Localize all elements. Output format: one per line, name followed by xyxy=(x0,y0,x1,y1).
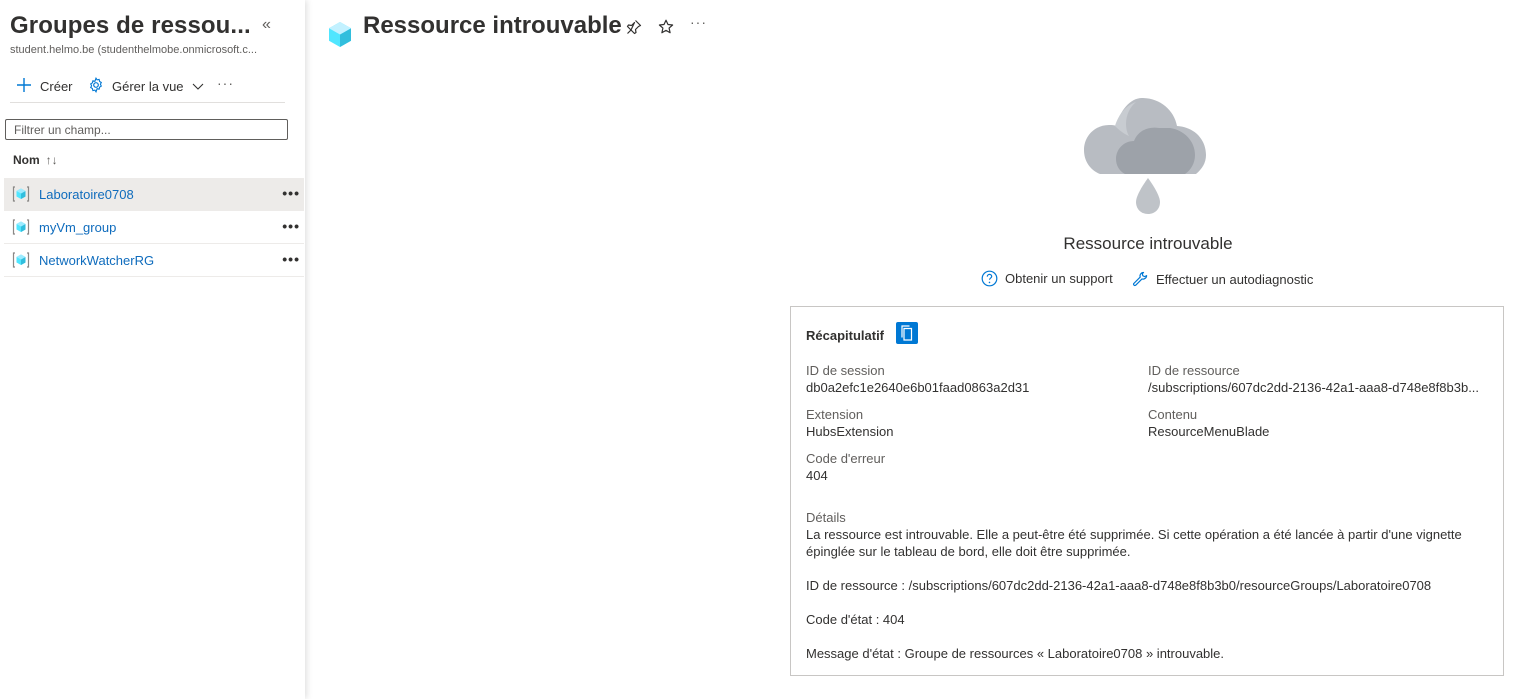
resource-id-label: ID de ressource xyxy=(1148,363,1240,378)
error-title: Ressource introuvable xyxy=(1063,234,1233,253)
more-actions-button[interactable]: ··· xyxy=(217,71,234,95)
star-icon[interactable] xyxy=(657,18,675,36)
header-more-button[interactable]: ··· xyxy=(690,14,707,30)
plus-icon xyxy=(16,77,32,96)
sort-icon: ↑↓ xyxy=(45,153,58,167)
resource-id-value: /subscriptions/607dc2dd-2136-42a1-aaa8-d… xyxy=(1148,380,1480,395)
copy-icon xyxy=(901,325,913,341)
error-code-label: Code d'erreur xyxy=(806,451,886,466)
self-diagnose-link[interactable]: Effectuer un autodiagnostic xyxy=(1131,270,1313,288)
list-item[interactable]: Laboratoire0708 ••• xyxy=(4,178,304,211)
gear-icon xyxy=(88,76,104,96)
wrench-icon xyxy=(1132,271,1148,287)
error-code-field: Code d'erreur 404 xyxy=(806,450,1136,484)
content-value: ResourceMenuBlade xyxy=(1148,424,1270,439)
row-more-button[interactable]: ••• xyxy=(282,185,300,201)
manage-view-label: Gérer la vue xyxy=(112,78,184,94)
row-more-button[interactable]: ••• xyxy=(282,218,300,234)
session-id-label: ID de session xyxy=(806,363,885,378)
resource-group-name: myVm_group xyxy=(39,219,117,235)
copy-button[interactable] xyxy=(896,322,918,344)
details-label: Détails xyxy=(806,510,846,525)
help-links: Obtenir un support Effectuer un autodiag… xyxy=(980,270,1320,290)
cloud-rain-icon xyxy=(1084,98,1206,214)
details-resource-id: ID de ressource : /subscriptions/607dc2d… xyxy=(806,578,1432,593)
extension-label: Extension xyxy=(806,407,864,422)
resource-cube-icon xyxy=(329,22,351,47)
resource-groups-pane: Groupes de ressou... « student.helmo.be … xyxy=(0,0,305,699)
extension-value: HubsExtension xyxy=(806,424,894,439)
summary-title: Récapitulatif xyxy=(806,328,885,343)
resource-group-name: Laboratoire0708 xyxy=(39,186,134,202)
error-code-value: 404 xyxy=(806,468,828,483)
collapse-pane-button[interactable]: « xyxy=(262,16,271,34)
column-header-name[interactable]: Nom ↑↓ xyxy=(13,153,58,167)
extension-field: Extension HubsExtension xyxy=(806,406,1136,440)
get-support-label: Obtenir un support xyxy=(1005,271,1113,286)
resource-group-name: NetworkWatcherRG xyxy=(39,252,155,268)
get-support-link[interactable]: Obtenir un support xyxy=(981,270,1113,287)
double-chevron-left-icon: « xyxy=(262,16,271,33)
error-summary-card: Récapitulatif ID de session db0a2efc1e26… xyxy=(790,306,1504,676)
chevron-down-icon xyxy=(192,83,203,90)
page-title: Ressource introuvable xyxy=(363,12,622,39)
manage-view-button[interactable]: Gérer la vue xyxy=(88,74,204,98)
content-field: Contenu ResourceMenuBlade xyxy=(1148,406,1488,440)
resource-id-field: ID de ressource /subscriptions/607dc2dd-… xyxy=(1148,362,1488,396)
filter-input[interactable] xyxy=(5,119,288,140)
pane-toolbar: Créer Gérer la vue ··· xyxy=(10,74,285,103)
create-button[interactable]: Créer xyxy=(16,74,73,98)
list-item[interactable]: NetworkWatcherRG ••• xyxy=(4,244,304,277)
pin-icon[interactable] xyxy=(625,18,643,36)
create-label: Créer xyxy=(40,78,73,94)
details-text: La ressource est introuvable. Elle a peu… xyxy=(806,527,1462,559)
question-circle-icon xyxy=(981,270,998,287)
details-status-message: Message d'état : Groupe de ressources « … xyxy=(806,646,1225,661)
resource-group-cube-icon xyxy=(12,252,30,268)
pane-subtitle: student.helmo.be (studenthelmobe.onmicro… xyxy=(10,44,258,56)
resource-group-cube-icon xyxy=(12,186,30,202)
error-details: Détails La ressource est introuvable. El… xyxy=(806,509,1486,662)
details-status-code: Code d'état : 404 xyxy=(806,612,905,627)
pane-title: Groupes de ressou... xyxy=(10,12,251,39)
self-diagnose-label: Effectuer un autodiagnostic xyxy=(1156,271,1314,287)
session-id-value: db0a2efc1e2640e6b01faad0863a2d31 xyxy=(806,380,1030,395)
content-label: Contenu xyxy=(1148,407,1198,422)
column-header-label: Nom xyxy=(13,153,40,167)
list-item[interactable]: myVm_group ••• xyxy=(4,211,304,244)
session-id-field: ID de session db0a2efc1e2640e6b01faad086… xyxy=(806,362,1136,396)
row-more-button[interactable]: ••• xyxy=(282,251,300,267)
resource-group-list: Laboratoire0708 ••• myVm_group ••• Netwo… xyxy=(4,178,304,277)
resource-group-cube-icon xyxy=(12,219,30,235)
